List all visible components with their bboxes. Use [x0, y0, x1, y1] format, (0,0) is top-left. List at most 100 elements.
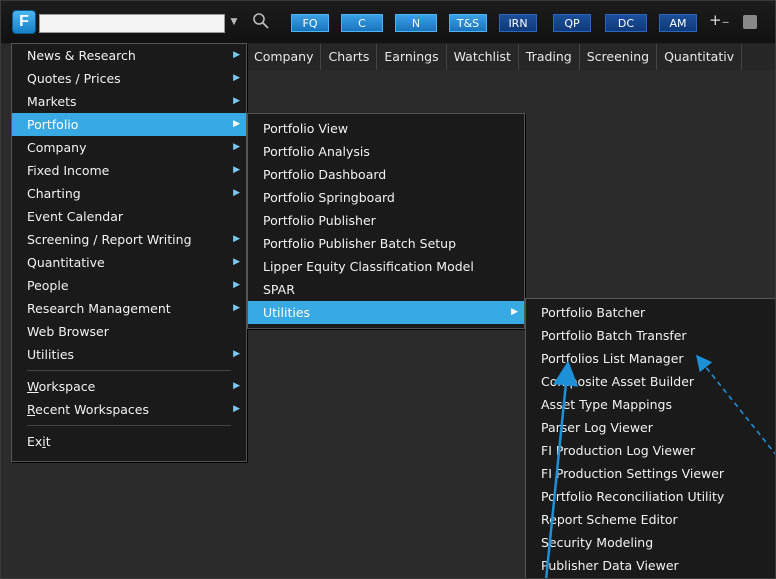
menu-item-label: People — [27, 278, 69, 293]
main-menu: News & Research ▶ Quotes / Prices ▶ Market… — [11, 43, 247, 462]
menu-item-portfolio-publisher-batch-setup[interactable]: Portfolio Publisher Batch Setup — [248, 232, 524, 255]
menu-item-report-scheme-editor[interactable]: Report Scheme Editor — [526, 508, 775, 531]
menu-item-charting[interactable]: Charting ▶ — [12, 182, 246, 205]
menu-item-fixed-income[interactable]: Fixed Income ▶ — [12, 159, 246, 182]
menu-item-exit[interactable]: Exit — [12, 430, 246, 453]
submenu-arrow-icon: ▶ — [233, 50, 240, 60]
menu-item-portfolio[interactable]: Portfolio ▶ — [12, 113, 246, 136]
submenu-arrow-icon: ▶ — [233, 303, 240, 313]
portfolio-submenu: Portfolio View Portfolio Analysis Portfo… — [247, 113, 525, 329]
menu-item-label: Web Browser — [27, 324, 109, 339]
menu-item-label: Portfolio — [27, 117, 79, 132]
submenu-arrow-icon: ▶ — [233, 142, 240, 152]
nav-quantitative[interactable]: Quantitativ — [657, 44, 743, 70]
menu-item-portfolio-analysis[interactable]: Portfolio Analysis — [248, 140, 524, 163]
menu-item-label: Markets — [27, 94, 77, 109]
menu-item-label: Utilities — [27, 347, 75, 362]
submenu-arrow-icon: ▶ — [233, 381, 240, 391]
submenu-arrow-icon: ▶ — [233, 188, 240, 198]
utilities-submenu: Portfolio Batcher Portfolio Batch Transf… — [525, 298, 775, 578]
menu-mnemonic: W — [27, 379, 39, 394]
menu-item-fi-production-settings-viewer[interactable]: FI Production Settings Viewer — [526, 462, 775, 485]
nav-charts[interactable]: Charts — [321, 44, 378, 70]
menu-item-label: News & Research — [27, 48, 136, 63]
menu-item-web-browser[interactable]: Web Browser — [12, 320, 246, 343]
save-icon[interactable] — [743, 15, 757, 29]
application-window: F ▼ FQ C N T&S IRN QP DC AM +₋ Company Ch… — [0, 0, 776, 579]
menu-item-label: Quantitative — [27, 255, 105, 270]
chevron-down-icon[interactable]: ▼ — [227, 13, 241, 31]
toolbar-button-c[interactable]: C — [341, 14, 383, 32]
menu-item-label: Quotes / Prices — [27, 71, 121, 86]
menu-item-portfolio-publisher[interactable]: Portfolio Publisher — [248, 209, 524, 232]
menu-mnemonic: R — [27, 402, 36, 417]
menu-item-workspace[interactable]: Workspace ▶ — [12, 375, 246, 398]
menu-item-quotes-prices[interactable]: Quotes / Prices ▶ — [12, 67, 246, 90]
menu-item-label: Utilities — [263, 305, 311, 320]
menu-item-label: Screening / Report Writing — [27, 232, 192, 247]
menu-item-fi-production-log-viewer[interactable]: FI Production Log Viewer — [526, 439, 775, 462]
toolbar-button-n[interactable]: N — [395, 14, 437, 32]
menu-item-label: Event Calendar — [27, 209, 123, 224]
search-icon[interactable] — [251, 11, 271, 31]
menu-item-label: ecent Workspaces — [35, 402, 150, 417]
menu-item-recent-workspaces[interactable]: Recent Workspaces ▶ — [12, 398, 246, 421]
toolbar-button-fq[interactable]: FQ — [291, 14, 329, 32]
menu-item-portfolio-view[interactable]: Portfolio View — [248, 117, 524, 140]
menu-item-event-calendar[interactable]: Event Calendar — [12, 205, 246, 228]
menu-item-spar[interactable]: SPAR — [248, 278, 524, 301]
menu-item-news-research[interactable]: News & Research ▶ — [12, 44, 246, 67]
add-remove-icon[interactable]: +₋ — [709, 11, 730, 29]
menu-item-label: t — [45, 434, 51, 449]
nav-earnings[interactable]: Earnings — [377, 44, 447, 70]
menu-item-markets[interactable]: Markets ▶ — [12, 90, 246, 113]
menu-item-portfolio-batch-transfer[interactable]: Portfolio Batch Transfer — [526, 324, 775, 347]
nav-watchlist[interactable]: Watchlist — [447, 44, 519, 70]
toolbar-button-qp[interactable]: QP — [553, 14, 591, 32]
menu-divider — [27, 370, 231, 371]
command-input[interactable] — [39, 14, 225, 33]
toolbar-button-dc[interactable]: DC — [605, 14, 647, 32]
toolbar: F ▼ FQ C N T&S IRN QP DC AM +₋ — [1, 1, 775, 44]
submenu-arrow-icon: ▶ — [233, 165, 240, 175]
menu-item-composite-asset-builder[interactable]: Composite Asset Builder — [526, 370, 775, 393]
menu-item-portfolio-dashboard[interactable]: Portfolio Dashboard — [248, 163, 524, 186]
menu-item-label: Research Management — [27, 301, 171, 316]
nav-trading[interactable]: Trading — [519, 44, 580, 70]
submenu-arrow-icon: ▶ — [233, 234, 240, 244]
menu-item-quantitative[interactable]: Quantitative ▶ — [12, 251, 246, 274]
menu-item-portfolio-utilities[interactable]: Utilities ▶ — [248, 301, 524, 324]
menu-item-portfolio-springboard[interactable]: Portfolio Springboard — [248, 186, 524, 209]
menu-item-lipper-equity-classification-model[interactable]: Lipper Equity Classification Model — [248, 255, 524, 278]
menu-item-label: Charting — [27, 186, 81, 201]
menu-divider — [27, 425, 231, 426]
submenu-arrow-icon: ▶ — [233, 96, 240, 106]
menu-item-people[interactable]: People ▶ — [12, 274, 246, 297]
menu-item-portfolio-reconciliation-utility[interactable]: Portfolio Reconciliation Utility — [526, 485, 775, 508]
app-logo-icon[interactable]: F — [13, 11, 35, 33]
menu-item-label: orkspace — [38, 379, 96, 394]
menu-item-label: Fixed Income — [27, 163, 110, 178]
submenu-arrow-icon: ▶ — [511, 307, 518, 317]
nav-screening[interactable]: Screening — [580, 44, 658, 70]
submenu-arrow-icon: ▶ — [233, 404, 240, 414]
toolbar-button-ts[interactable]: T&S — [449, 14, 487, 32]
toolbar-button-irn[interactable]: IRN — [499, 14, 537, 32]
menu-item-label: Ex — [27, 434, 43, 449]
submenu-arrow-icon: ▶ — [233, 280, 240, 290]
menu-item-portfolios-list-manager[interactable]: Portfolios List Manager — [526, 347, 775, 370]
menu-item-label: Company — [27, 140, 87, 155]
menu-item-asset-type-mappings[interactable]: Asset Type Mappings — [526, 393, 775, 416]
nav-company[interactable]: Company — [247, 44, 322, 70]
submenu-arrow-icon: ▶ — [233, 73, 240, 83]
menu-item-portfolio-batcher[interactable]: Portfolio Batcher — [526, 301, 775, 324]
menu-item-security-modeling[interactable]: Security Modeling — [526, 531, 775, 554]
toolbar-button-am[interactable]: AM — [659, 14, 697, 32]
menu-item-utilities[interactable]: Utilities ▶ — [12, 343, 246, 366]
menu-item-research-management[interactable]: Research Management ▶ — [12, 297, 246, 320]
submenu-arrow-icon: ▶ — [233, 119, 240, 129]
menu-item-parser-log-viewer[interactable]: Parser Log Viewer — [526, 416, 775, 439]
menu-item-publisher-data-viewer[interactable]: Publisher Data Viewer — [526, 554, 775, 577]
menu-item-company[interactable]: Company ▶ — [12, 136, 246, 159]
menu-item-screening-report-writing[interactable]: Screening / Report Writing ▶ — [12, 228, 246, 251]
